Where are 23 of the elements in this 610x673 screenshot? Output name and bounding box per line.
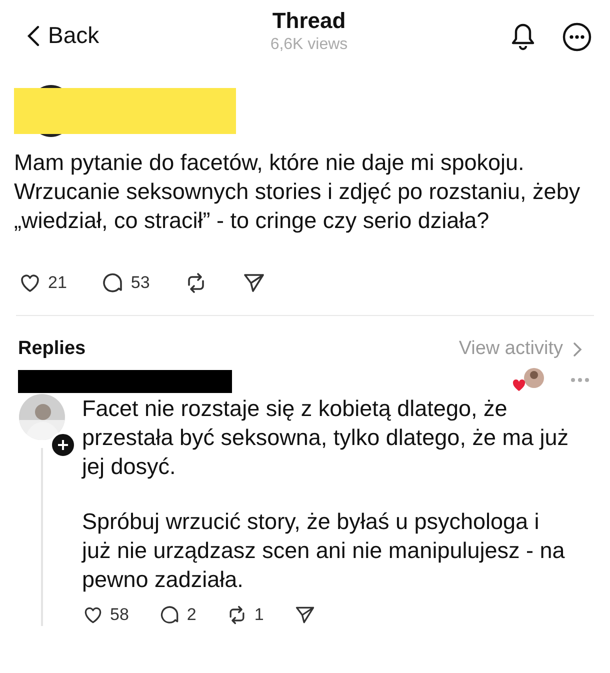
chevron-left-icon — [26, 24, 40, 46]
reply-text: Spróbuj wrzucić story, że byłaś u psychologa i już nie urządzasz scen ani nie manipulujesz - na pewno zadziała. — [82, 508, 566, 594]
comment-icon — [158, 604, 181, 626]
reply-button[interactable]: 53 — [100, 271, 150, 295]
replies-heading: Replies — [18, 338, 86, 360]
bell-icon[interactable] — [510, 22, 536, 52]
post-text: Mam pytanie do facetów, które nie daje mi spokoju. Wrzucanie seksownych stories i zdjęć po rozstaniu, żeby „wiedział, co stracił” - to cringe czy serio działa? — [14, 149, 582, 235]
like-button[interactable]: 21 — [18, 271, 67, 295]
reply-text: Facet nie rozstaje się z kobietą dlatego, że przestała być seksowna, tylko dlatego, że ma już jej dosyć. — [82, 395, 570, 481]
repost-button[interactable]: 1 — [226, 604, 264, 626]
screen-title: Thread — [272, 8, 346, 34]
chevron-right-icon — [573, 342, 582, 356]
comment-icon — [100, 271, 125, 295]
back-button[interactable]: Back — [26, 22, 270, 49]
like-button[interactable]: 58 — [82, 604, 129, 626]
view-count: 6,6K views — [270, 36, 348, 54]
reply-button[interactable]: 2 — [158, 604, 196, 626]
share-button[interactable] — [242, 271, 266, 295]
plus-icon — [57, 439, 69, 451]
send-icon — [242, 271, 266, 295]
send-icon — [294, 604, 316, 626]
share-button[interactable] — [294, 604, 316, 626]
more-icon[interactable] — [562, 22, 592, 52]
